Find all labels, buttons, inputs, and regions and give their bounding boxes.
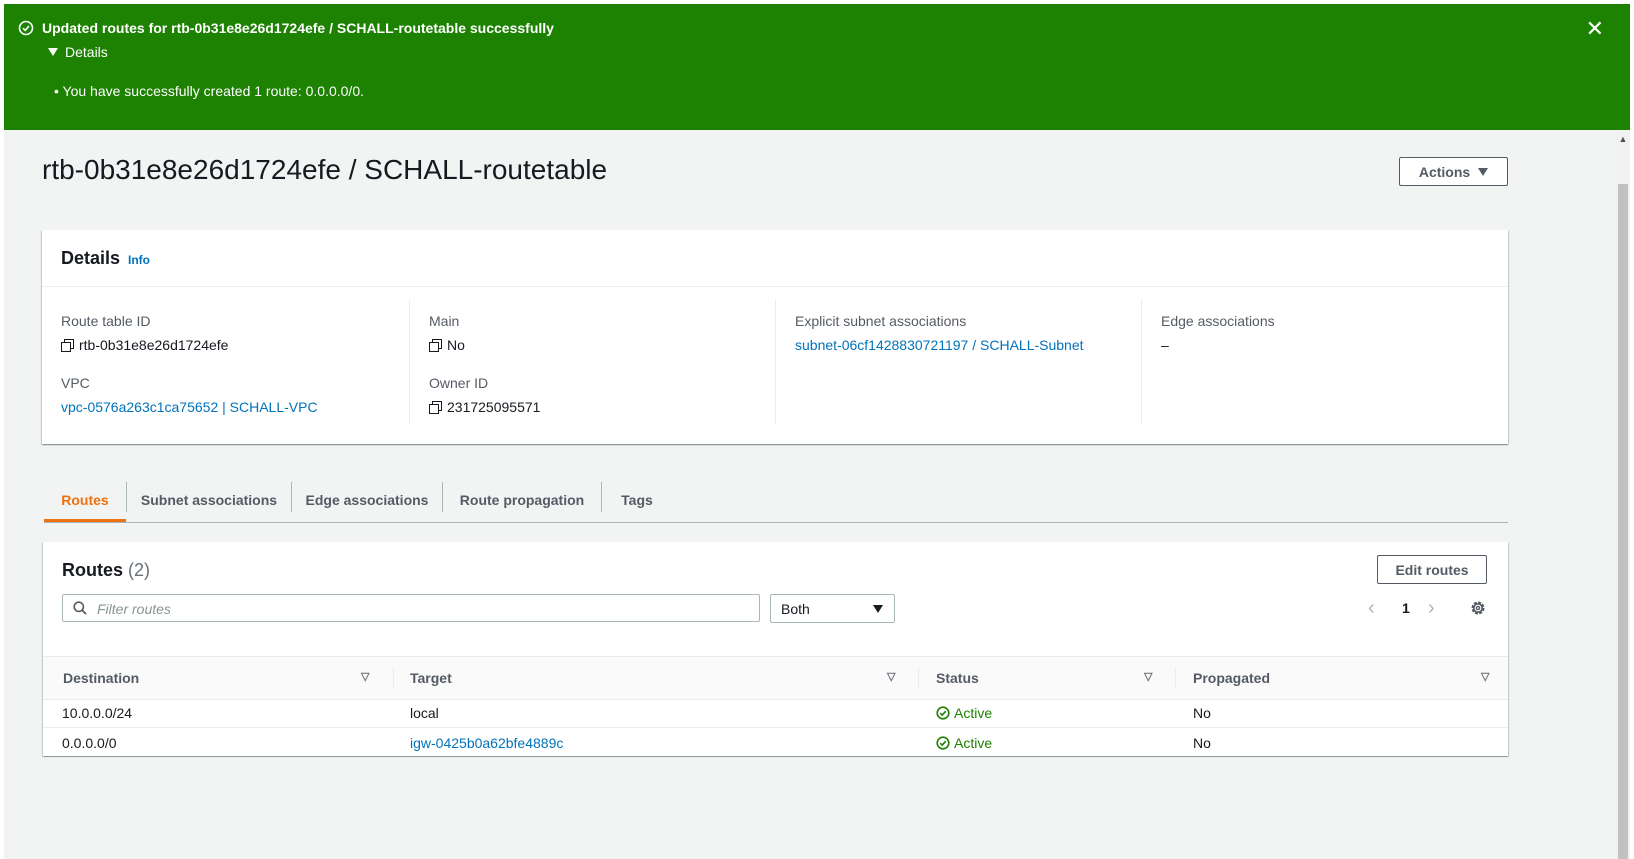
- column-header-label: Destination: [63, 670, 140, 686]
- owner-id-value: 231725095571: [429, 399, 540, 415]
- details-column-4: Edge associations –: [1141, 300, 1508, 425]
- flash-message-text: You have successfully created 1 route: 0…: [62, 83, 364, 99]
- details-column-1: Route table ID rtb-0b31e8e26d1724efe VPC…: [61, 300, 409, 425]
- edge-associations-label: Edge associations: [1161, 313, 1275, 329]
- column-header-propagated[interactable]: Propagated ▽: [1193, 657, 1493, 699]
- tab-routes[interactable]: Routes: [44, 478, 126, 522]
- scrollbar[interactable]: ▲: [1616, 130, 1630, 859]
- copy-icon[interactable]: [429, 401, 442, 414]
- table-row: 0.0.0.0/0 igw-0425b0a62bfe4889c Active N…: [43, 728, 1508, 758]
- tab-subnet-associations[interactable]: Subnet associations: [127, 478, 291, 522]
- search-icon: [73, 601, 87, 615]
- main-value: No: [429, 337, 465, 353]
- column-header-target[interactable]: Target ▽: [410, 657, 910, 699]
- route-type-select[interactable]: Both: [770, 594, 895, 623]
- sort-icon[interactable]: ▽: [887, 670, 895, 683]
- routes-title-text: Routes: [62, 560, 124, 580]
- route-type-select-value: Both: [781, 601, 810, 617]
- column-header-status[interactable]: Status ▽: [936, 657, 1166, 699]
- cell-status: Active: [936, 698, 992, 727]
- cell-propagated: No: [1193, 704, 1211, 721]
- actions-label: Actions: [1418, 163, 1471, 180]
- column-header-label: Propagated: [1193, 670, 1271, 686]
- sort-icon[interactable]: ▽: [1481, 670, 1489, 683]
- chevron-right-icon[interactable]: ›: [1428, 596, 1435, 620]
- status-text: Active: [954, 704, 993, 721]
- column-header-label: Status: [936, 670, 979, 686]
- filter-routes-input[interactable]: [95, 595, 749, 623]
- main-label: Main: [429, 313, 460, 329]
- gear-icon[interactable]: [1469, 599, 1487, 617]
- column-header-destination[interactable]: Destination ▽: [63, 657, 383, 699]
- column-divider: [1175, 667, 1176, 689]
- route-table-id-value: rtb-0b31e8e26d1724efe: [61, 337, 228, 353]
- tab-edge-associations[interactable]: Edge associations: [292, 478, 442, 522]
- column-header-label: Target: [410, 670, 452, 686]
- chevron-left-icon[interactable]: ‹: [1368, 596, 1375, 620]
- main-text: No: [447, 337, 465, 353]
- tab-tags[interactable]: Tags: [602, 478, 672, 522]
- cell-propagated: No: [1193, 734, 1211, 751]
- route-table-id-text: rtb-0b31e8e26d1724efe: [79, 337, 229, 353]
- scroll-up-arrow-icon[interactable]: ▲: [1616, 134, 1630, 144]
- page-number[interactable]: 1: [1402, 600, 1410, 616]
- actions-button[interactable]: Actions: [1399, 157, 1508, 186]
- success-flash-banner: Updated routes for rtb-0b31e8e26d1724efe…: [4, 4, 1630, 130]
- sort-icon[interactable]: ▽: [1144, 670, 1152, 683]
- column-divider: [918, 667, 919, 689]
- routes-count: (2): [128, 560, 151, 580]
- scrollbar-thumb[interactable]: [1618, 184, 1628, 859]
- sort-icon[interactable]: ▽: [361, 670, 369, 683]
- owner-id-label: Owner ID: [429, 375, 489, 391]
- status-ok-icon: [936, 705, 950, 720]
- copy-icon[interactable]: [61, 339, 74, 352]
- page-frame: Updated routes for rtb-0b31e8e26d1724efe…: [4, 4, 1630, 859]
- edge-associations-value: –: [1161, 337, 1169, 353]
- filter-routes-field[interactable]: [62, 594, 760, 623]
- details-title: Details: [61, 248, 121, 268]
- routes-panel: Routes (2) Edit routes Both ‹ 1 ›: [43, 542, 1508, 758]
- explicit-subnet-link[interactable]: subnet-06cf1428830721197 / SCHALL-Subnet: [795, 337, 1084, 353]
- details-column-2: Main No Owner ID 231725095571: [409, 300, 776, 425]
- table-header: Destination ▽ Target ▽ Status ▽ Propagat…: [43, 656, 1508, 700]
- cell-destination: 0.0.0.0/0: [62, 734, 117, 751]
- flash-message: • You have successfully created 1 route:…: [54, 83, 364, 99]
- cell-target-link[interactable]: igw-0425b0a62bfe4889c: [410, 728, 563, 757]
- caret-down-icon: [1478, 167, 1489, 176]
- route-table-id-label: Route table ID: [61, 313, 151, 329]
- edit-routes-button[interactable]: Edit routes: [1377, 555, 1487, 584]
- close-icon[interactable]: ✕: [1586, 18, 1604, 40]
- owner-id-text: 231725095571: [447, 399, 541, 415]
- flash-title-row: Updated routes for rtb-0b31e8e26d1724efe…: [18, 20, 554, 36]
- tab-bar: Routes Subnet associations Edge associat…: [44, 478, 1508, 523]
- flash-details-label: Details: [65, 44, 108, 60]
- column-divider: [393, 667, 394, 689]
- caret-down-icon: [48, 48, 58, 56]
- tab-route-propagation[interactable]: Route propagation: [443, 478, 601, 522]
- cell-target: local: [410, 704, 439, 721]
- vpc-label: VPC: [61, 375, 90, 391]
- flash-details-toggle[interactable]: Details: [48, 44, 108, 60]
- status-ok-icon: [936, 735, 950, 750]
- status-text: Active: [954, 734, 993, 751]
- details-panel: Details Info Route table ID rtb-0b31e8e2…: [42, 230, 1508, 444]
- details-header: Details Info: [42, 230, 1508, 287]
- info-link[interactable]: Info: [128, 253, 150, 267]
- cell-destination: 10.0.0.0/24: [62, 704, 133, 721]
- explicit-subnet-label: Explicit subnet associations: [795, 313, 967, 329]
- success-check-icon: [18, 20, 34, 36]
- page-title: rtb-0b31e8e26d1724efe / SCHALL-routetabl…: [42, 154, 608, 185]
- routes-title: Routes (2): [62, 560, 150, 581]
- flash-title: Updated routes for rtb-0b31e8e26d1724efe…: [42, 20, 554, 36]
- copy-icon[interactable]: [429, 339, 442, 352]
- caret-down-icon: [873, 605, 883, 613]
- details-column-3: Explicit subnet associations subnet-06cf…: [775, 300, 1142, 425]
- vpc-link[interactable]: vpc-0576a263c1ca75652 | SCHALL-VPC: [61, 399, 318, 415]
- cell-status: Active: [936, 728, 992, 757]
- table-row: 10.0.0.0/24 local Active No: [43, 698, 1508, 728]
- pagination: ‹ 1 ›: [1368, 596, 1438, 622]
